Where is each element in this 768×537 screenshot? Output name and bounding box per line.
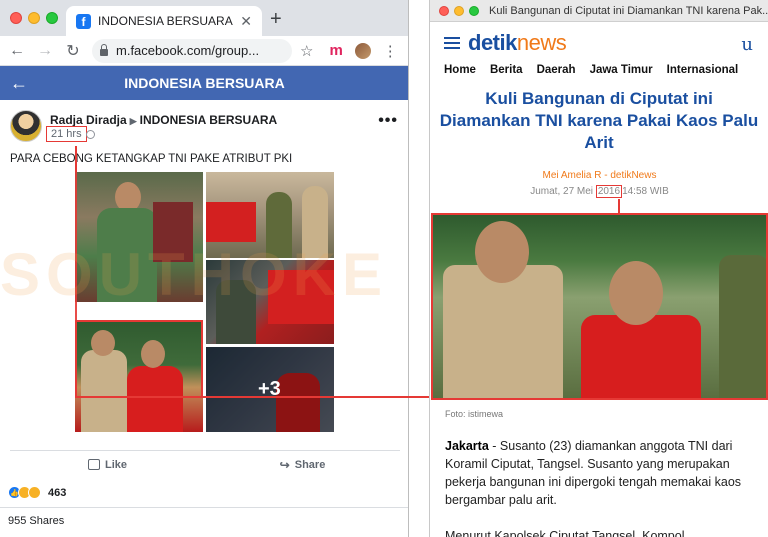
post-header: Radja Diradja ▶ INDONESIA BERSUARA 21 hrs … — [10, 110, 400, 146]
author-avatar[interactable] — [10, 110, 42, 142]
photo-caption: Foto: istimewa — [445, 409, 504, 419]
window-gap — [409, 0, 429, 537]
browser-menu-icon[interactable]: ⋮ — [383, 42, 398, 60]
photo-man-face — [609, 261, 663, 325]
post-actions: Like ↪ Share — [10, 450, 400, 478]
article-headline: Kuli Bangunan di Ciputat ini Diamankan T… — [439, 89, 759, 152]
wow-reaction-icon — [28, 486, 41, 499]
post-photo-3[interactable] — [206, 260, 334, 344]
bookmark-star-icon[interactable]: ☆ — [300, 42, 313, 60]
reactions-summary[interactable]: 👍 463 — [8, 486, 66, 499]
photo-figure — [302, 186, 328, 258]
photo-figure-body — [97, 208, 157, 302]
profile-avatar[interactable] — [354, 42, 371, 59]
article-body-next: Menurut Kapolsek Ciputat Tangsel, Kompol — [445, 529, 685, 537]
like-button[interactable]: Like — [10, 451, 205, 478]
nav-berita[interactable]: Berita — [490, 64, 523, 86]
article-body: Jakarta - Susanto (23) diamankan anggota… — [445, 437, 757, 509]
article-date: Jumat, 27 Mei 2016 14:58 WIB — [430, 185, 768, 198]
close-window-button[interactable] — [439, 5, 449, 16]
browser-tab-bar: f INDONESIA BERSUARA ✕ + — [0, 0, 408, 36]
lock-icon — [100, 43, 108, 56]
reload-button[interactable]: ↻ — [62, 41, 84, 61]
post-timestamp[interactable]: 21 hrs — [46, 126, 87, 142]
photo-soldier — [719, 255, 766, 398]
site-header: detiknews u — [430, 22, 768, 64]
body-text: - Susanto (23) diamankan anggota TNI dar… — [445, 439, 742, 507]
window-controls — [10, 12, 58, 24]
highlight-box-photo — [75, 320, 203, 398]
logo-news-text: news — [516, 30, 567, 55]
photo-red-shirt — [581, 315, 701, 398]
share-count[interactable]: 955 Shares — [8, 515, 64, 527]
address-bar[interactable]: m.facebook.com/group... — [92, 38, 292, 63]
browser-toolbar: ← → ↻ m.facebook.com/group... ☆ m ⋮ — [0, 36, 408, 66]
window-title: Kuli Bangunan di Ciputat ini Diamankan T… — [489, 4, 768, 17]
post-photo-1[interactable] — [75, 172, 203, 302]
site-nav: Home Berita Daerah Jawa Timur Internasio… — [430, 64, 768, 86]
group-header: ← INDONESIA BERSUARA — [0, 66, 408, 100]
tab-title: INDONESIA BERSUARA — [98, 14, 233, 28]
url-text: m.facebook.com/group... — [116, 43, 260, 58]
photo-flag — [206, 202, 256, 242]
more-options-icon[interactable]: ••• — [378, 112, 398, 130]
article-byline[interactable]: Mei Amelia R - detikNews — [430, 170, 768, 181]
nav-jawa-timur[interactable]: Jawa Timur — [590, 64, 653, 86]
maximize-window-button[interactable] — [469, 5, 479, 16]
body-lead: Jakarta — [445, 439, 489, 453]
highlight-connector — [75, 146, 77, 172]
photo-figure — [216, 280, 256, 344]
facebook-browser-window: f INDONESIA BERSUARA ✕ + ← → ↻ m.faceboo… — [0, 0, 409, 537]
maximize-window-button[interactable] — [46, 12, 58, 24]
photo-officer-face — [475, 221, 529, 283]
logo-detik-text: detik — [468, 30, 517, 55]
detik-browser-window: Kuli Bangunan di Ciputat ini Diamankan T… — [429, 0, 768, 537]
photo-flag — [153, 202, 193, 262]
window-controls — [439, 5, 479, 16]
reaction-count: 463 — [48, 486, 67, 499]
globe-icon — [86, 130, 95, 139]
highlight-connector — [618, 199, 620, 213]
window-title-bar: Kuli Bangunan di Ciputat ini Diamankan T… — [430, 0, 768, 22]
highlight-connector — [203, 396, 429, 398]
post-photo-2[interactable] — [206, 172, 334, 258]
photo-figure — [266, 192, 292, 258]
photo-officer — [443, 265, 563, 398]
new-tab-button[interactable]: + — [270, 9, 282, 29]
highlight-connector — [75, 172, 77, 320]
nav-daerah[interactable]: Daerah — [537, 64, 576, 86]
user-account-icon[interactable]: u — [741, 34, 753, 55]
facebook-icon: f — [76, 13, 91, 29]
share-button[interactable]: ↪ Share — [205, 451, 400, 478]
back-arrow-icon[interactable]: ← — [10, 73, 28, 94]
share-arrow-icon: ↪ — [279, 457, 290, 472]
photo-flag — [268, 270, 334, 324]
date-year: 2016 — [595, 185, 623, 198]
post-author-line: Radja Diradja ▶ INDONESIA BERSUARA — [50, 113, 277, 127]
date-prefix: Jumat, 27 Mei — [530, 186, 594, 197]
extension-m-icon[interactable]: m — [329, 42, 342, 59]
close-window-button[interactable] — [10, 12, 22, 24]
share-label: Share — [294, 458, 326, 471]
like-label: Like — [104, 458, 127, 471]
group-name[interactable]: INDONESIA BERSUARA — [140, 113, 278, 127]
browser-tab[interactable]: f INDONESIA BERSUARA ✕ — [66, 6, 262, 36]
date-suffix: 14:58 WIB — [622, 186, 669, 197]
divider — [0, 507, 408, 508]
nav-home[interactable]: Home — [444, 64, 476, 86]
hamburger-menu-icon[interactable] — [444, 37, 460, 49]
article-hero-photo[interactable] — [431, 213, 768, 400]
thumbs-up-icon — [87, 459, 100, 470]
group-title: INDONESIA BERSUARA — [124, 75, 285, 91]
detik-logo[interactable]: detiknews — [468, 30, 567, 56]
nav-internasional[interactable]: Internasional — [667, 64, 739, 86]
forward-button[interactable]: → — [34, 42, 56, 60]
minimize-window-button[interactable] — [28, 12, 40, 24]
close-icon[interactable]: ✕ — [240, 13, 252, 30]
author-name[interactable]: Radja Diradja — [50, 113, 127, 127]
post-text: PARA CEBONG KETANGKAP TNI PAKE ATRIBUT P… — [10, 153, 293, 165]
back-button[interactable]: ← — [6, 42, 28, 60]
triangle-right-icon: ▶ — [129, 116, 137, 126]
minimize-window-button[interactable] — [454, 5, 464, 16]
